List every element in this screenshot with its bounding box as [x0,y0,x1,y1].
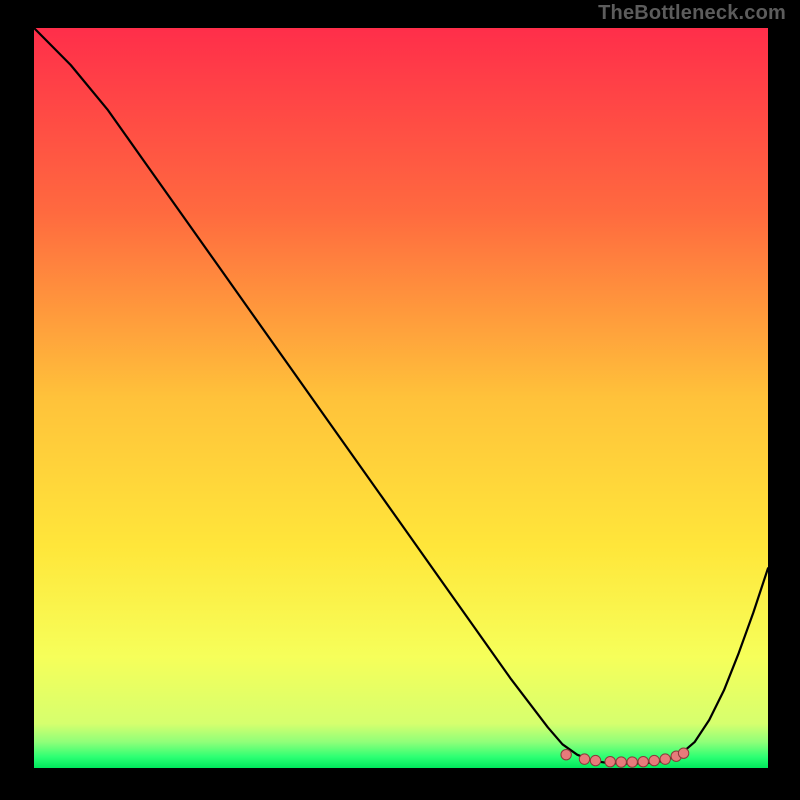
minimum-marker [627,757,637,767]
minimum-marker [590,755,600,765]
minimum-marker [678,748,688,758]
minimum-marker [649,755,659,765]
plot-area [34,28,768,768]
chart-canvas: TheBottleneck.com [0,0,800,800]
watermark-text: TheBottleneck.com [598,2,786,25]
minimum-marker [561,749,571,759]
plot-svg [34,28,768,768]
minimum-marker [579,754,589,764]
minimum-marker [638,757,648,767]
gradient-background [34,28,768,768]
minimum-marker [660,754,670,764]
minimum-marker [616,757,626,767]
minimum-marker [605,757,615,767]
